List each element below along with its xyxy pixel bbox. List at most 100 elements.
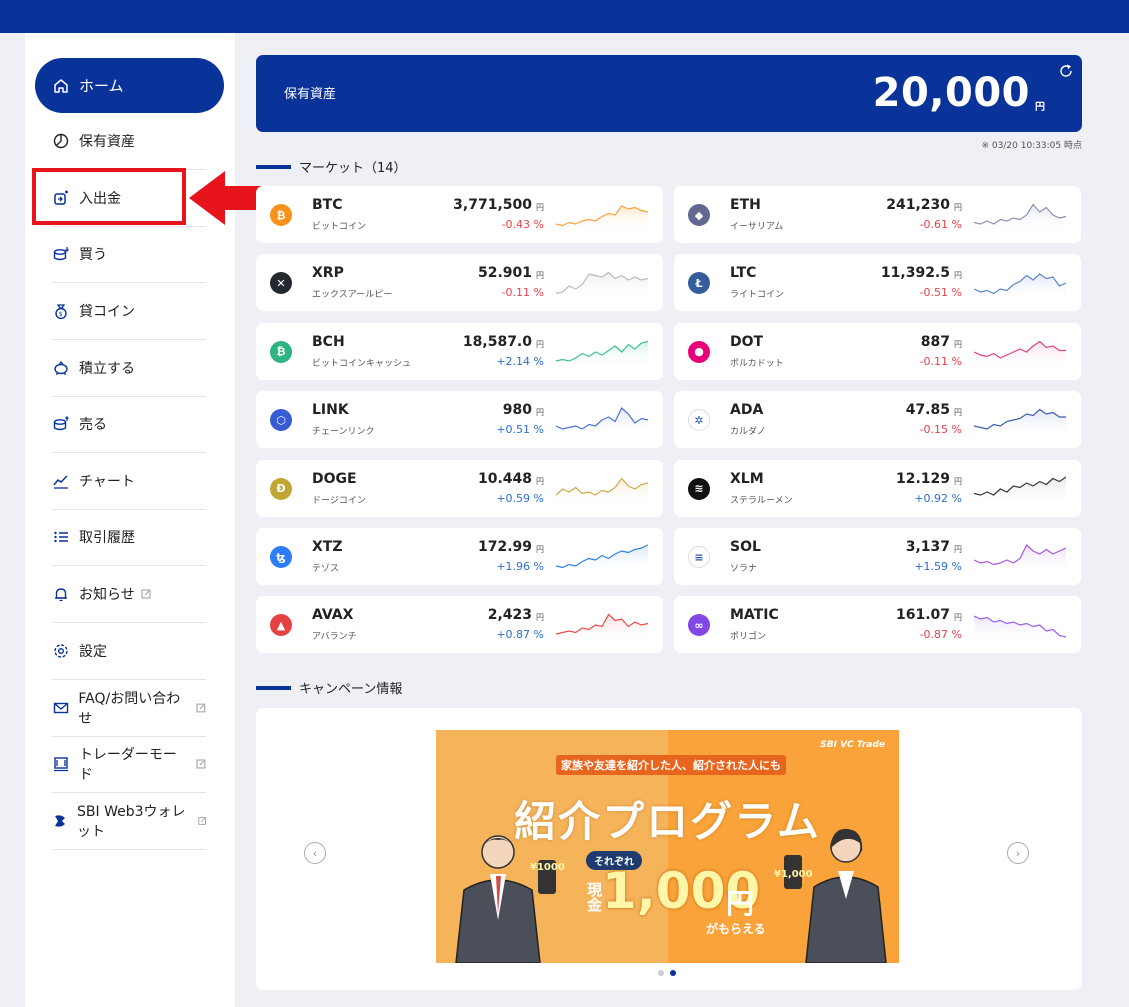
sidebar-item-holdings[interactable]: 保有資産 [52, 113, 206, 170]
coin-price: 241,230 [886, 197, 950, 213]
banner-get: がもらえる [706, 922, 766, 936]
coin-symbol: XTZ [312, 539, 343, 555]
sparkline-chart [556, 340, 648, 369]
sidebar-item-trader-mode[interactable]: トレーダーモード [52, 736, 206, 793]
carousel-prev-button[interactable]: ‹ [304, 842, 326, 864]
sidebar-item-label: FAQ/お問い合わせ [78, 691, 181, 727]
market-card-ada[interactable]: ✲ ADA カルダノ 47.85 円 -0.15 % [674, 391, 1081, 449]
holdings-label: 保有資産 [284, 87, 337, 102]
holdings-unit: 円 [1035, 102, 1045, 113]
sidebar-item-label: お知らせ [79, 587, 135, 603]
carousel-dot-active[interactable] [670, 970, 676, 976]
market-card-btc[interactable]: ₿ BTC ビットコイン 3,771,500 円 -0.43 % [256, 186, 663, 243]
market-card-xlm[interactable]: ≋ XLM ステラルーメン 12.129 円 +0.92 % [674, 459, 1081, 517]
holdings-summary[interactable]: 保有資産 20,000 円 [256, 55, 1082, 132]
banner-pill: 家族や友達を紹介した人、紹介された人にも [556, 755, 786, 775]
campaign-title: キャンペーン情報 [299, 682, 403, 697]
campaign-banner[interactable]: 家族や友達を紹介した人、紹介された人にも SBI VC Trade 紹介プログラ… [436, 730, 899, 963]
coin-symbol: XRP [312, 265, 344, 282]
sidebar-item-news[interactable]: お知らせ [52, 566, 206, 623]
coin-name: テゾス [312, 564, 340, 574]
coin-symbol: ADA [730, 402, 764, 419]
coin-name: ポリゴン [730, 632, 767, 643]
svg-text:$: $ [59, 311, 63, 318]
sparkline-chart [556, 205, 648, 232]
market-card-sol[interactable]: ≡ SOL ソラナ 3,137 円 +1.59 % [674, 528, 1081, 585]
sidebar-item-settings[interactable]: 設定 [52, 623, 206, 680]
top-bar [0, 0, 1129, 33]
external-link-icon [196, 703, 206, 713]
market-card-bch[interactable]: ₿ BCH ビットコインキャッシュ 18,587.0 円 +2.14 % [256, 322, 663, 380]
carousel-next-button[interactable]: › [1007, 842, 1029, 864]
carousel-dots [658, 970, 676, 976]
coin-price: 2,423 [487, 607, 532, 624]
coin-change: +0.87 % [496, 628, 544, 642]
coin-change: +0.59 % [496, 491, 544, 505]
external-link-icon [196, 759, 206, 769]
coin-symbol: SOL [730, 539, 761, 555]
sidebar-item-web3-wallet[interactable]: SBI Web3ウォレット [52, 793, 206, 850]
coin-change: +1.59 % [914, 560, 962, 573]
market-card-matic[interactable]: ∞ MATIC ポリゴン 161.07 円 -0.87 % [674, 596, 1081, 654]
price-unit: 円 [536, 476, 544, 486]
sidebar-item-label: 取引履歴 [79, 530, 135, 546]
banner-yen: 円 [726, 887, 755, 920]
sidebar-item-label: チャート [79, 474, 135, 490]
pie-chart-icon [52, 132, 70, 150]
coin-symbol: ETH [730, 197, 761, 213]
market-card-link[interactable]: ⬡ LINK チェーンリンク 980 円 +0.51 % [256, 391, 663, 449]
coin-price: 47.85 [905, 402, 950, 419]
sidebar-item-buy[interactable]: 買う [52, 226, 206, 283]
sparkline-area [974, 616, 1066, 643]
sidebar-item-sell[interactable]: 売る [52, 396, 206, 453]
price-unit: 円 [954, 408, 962, 418]
price-unit: 円 [536, 545, 544, 554]
market-card-doge[interactable]: Ð DOGE ドージコイン 10.448 円 +0.59 % [256, 459, 663, 517]
coin-symbol: XLM [730, 470, 764, 487]
sell-coins-icon [52, 415, 70, 433]
list-icon [52, 528, 70, 546]
coin-symbol: BCH [312, 333, 345, 350]
market-card-ltc[interactable]: Ł LTC ライトコイン 11,392.5 円 -0.51 % [674, 254, 1081, 312]
sparkline-area [974, 476, 1066, 506]
coin-symbol: DOT [730, 333, 764, 350]
coin-symbol: BTC [312, 197, 343, 213]
coin-symbol: LTC [730, 265, 757, 282]
matic-coin-icon: ∞ [688, 614, 710, 637]
sidebar-item-chart[interactable]: チャート [52, 453, 206, 510]
eth-coin-icon: ◆ [688, 204, 710, 226]
xlm-coin-icon: ≋ [688, 477, 710, 500]
coin-symbol: MATIC [730, 607, 779, 624]
sidebar-item-faq[interactable]: FAQ/お問い合わせ [52, 680, 206, 737]
title-accent-bar [256, 685, 291, 690]
carousel-dot[interactable] [658, 970, 664, 976]
market-section-title: マーケット（14） [256, 157, 407, 176]
market-card-xrp[interactable]: ✕ XRP エックスアールピー 52.901 円 -0.11 % [256, 254, 663, 312]
coin-price: 10.448 [477, 470, 532, 487]
coin-price: 52.901 [477, 265, 532, 282]
coin-change: +1.96 % [496, 560, 544, 573]
coin-price: 11,392.5 [880, 265, 950, 282]
sparkline-area [556, 478, 648, 506]
sparkline-area [974, 274, 1066, 301]
refresh-icon[interactable] [1058, 63, 1074, 79]
coin-change: -0.43 % [501, 218, 544, 231]
market-card-xtz[interactable]: ꜩ XTZ テゾス 172.99 円 +1.96 % [256, 528, 663, 585]
market-card-dot[interactable]: ● DOT ポルカドット 887 円 -0.11 % [674, 322, 1081, 380]
sidebar-item-home[interactable]: ホーム [35, 58, 224, 113]
market-card-eth[interactable]: ◆ ETH イーサリアム 241,230 円 -0.61 % [674, 186, 1081, 243]
sidebar-item-label: ホーム [79, 77, 124, 95]
sidebar-item-savings[interactable]: 積立する [52, 340, 206, 397]
market-card-avax[interactable]: ▲ AVAX アバランチ 2,423 円 +0.87 % [256, 596, 663, 654]
coin-change: -0.15 % [919, 423, 962, 437]
sparkline-chart [556, 613, 648, 643]
sidebar-item-lending[interactable]: $ 貸コイン [52, 283, 206, 340]
coin-symbol: DOGE [312, 470, 357, 487]
price-unit: 円 [954, 476, 962, 486]
sparkline-chart [556, 477, 648, 506]
title-accent-bar [256, 164, 291, 169]
sidebar-item-history[interactable]: 取引履歴 [52, 509, 206, 566]
buy-coins-icon [52, 245, 70, 263]
external-link-icon [198, 817, 206, 825]
coin-price: 18,587.0 [462, 333, 532, 350]
